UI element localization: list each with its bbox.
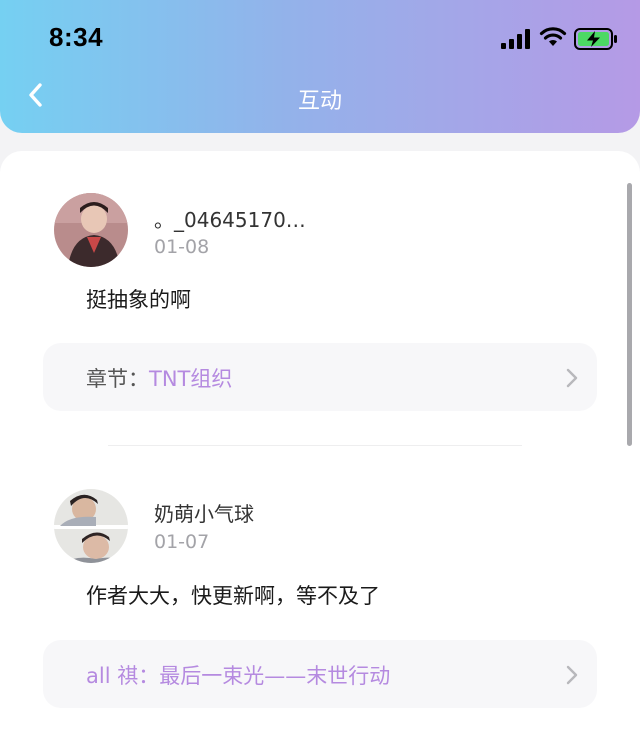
chapter-prefix: 章节：	[86, 367, 149, 391]
chevron-right-icon	[566, 368, 578, 388]
chevron-right-icon	[566, 665, 578, 685]
scrollbar[interactable]	[627, 183, 632, 446]
comment-username[interactable]: 。_04645170…	[154, 204, 306, 233]
chapter-link[interactable]: all 祺：最后一束光——末世行动	[43, 640, 597, 708]
comment-username[interactable]: 奶萌小气球	[154, 498, 254, 527]
wifi-icon	[539, 27, 567, 46]
chapter-link[interactable]: 章节：TNT组织	[43, 343, 597, 411]
divider	[108, 445, 522, 446]
cellular-signal-icon	[501, 29, 530, 49]
avatar[interactable]	[54, 489, 128, 563]
comment-date: 01-08	[154, 236, 210, 258]
comment-text: 作者大大，快更新啊，等不及了	[86, 584, 380, 608]
header-bar: 8:34 互动	[0, 0, 640, 133]
chapter-label: 章节：TNT组织	[86, 363, 232, 393]
battery-charging-icon	[574, 28, 617, 50]
avatar[interactable]	[54, 193, 128, 267]
page-title: 互动	[297, 89, 342, 114]
chapter-label: all 祺：最后一束光——末世行动	[86, 660, 390, 690]
chapter-name: all 祺：最后一束光——末世行动	[86, 664, 391, 688]
chapter-name: TNT组织	[149, 367, 233, 391]
comment-text: 挺抽象的啊	[86, 288, 191, 312]
comment-date: 01-07	[154, 531, 210, 553]
status-time: 8:34	[49, 22, 104, 52]
